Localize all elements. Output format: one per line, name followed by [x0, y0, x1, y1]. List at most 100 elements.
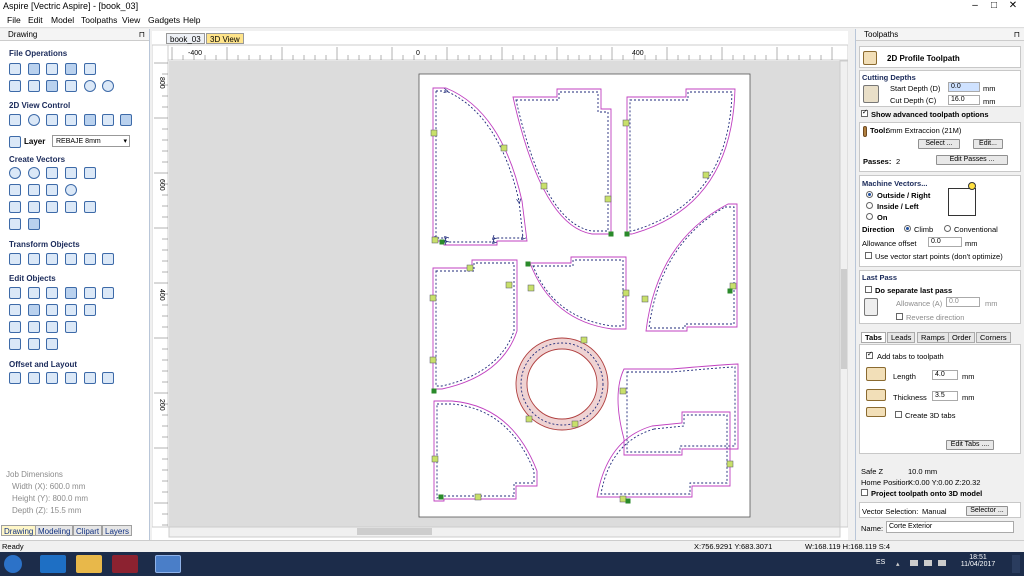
star-icon[interactable] — [84, 167, 96, 179]
start-point-marker[interactable] — [438, 494, 444, 500]
ellipse-icon[interactable] — [28, 167, 40, 179]
node-edit-icon[interactable] — [28, 287, 40, 299]
scissors-icon[interactable] — [84, 304, 96, 316]
tab-length-input[interactable]: 4.0 — [932, 370, 958, 380]
save-icon[interactable] — [65, 63, 77, 75]
tab-marker[interactable] — [622, 289, 630, 297]
menu-model[interactable]: Model — [51, 15, 74, 25]
notifications-icon[interactable] — [1012, 555, 1020, 573]
tab-order[interactable]: Order — [948, 332, 976, 343]
zoom-extents-icon[interactable] — [65, 114, 77, 126]
block-copy-icon[interactable] — [84, 372, 96, 384]
tab-marker[interactable] — [641, 295, 649, 303]
tab-marker[interactable] — [431, 236, 439, 244]
measure-icon[interactable] — [102, 287, 114, 299]
dimension-icon[interactable] — [84, 201, 96, 213]
scale-icon[interactable] — [46, 253, 58, 265]
array-icon[interactable] — [46, 372, 58, 384]
offset-vector-icon[interactable] — [9, 338, 21, 350]
start-points-checkbox[interactable] — [865, 252, 872, 259]
tab-marker[interactable] — [474, 493, 482, 501]
save-as-icon[interactable] — [84, 63, 96, 75]
tab-drawing[interactable]: Drawing — [1, 525, 37, 536]
tab-marker[interactable] — [500, 144, 508, 152]
project-toolpath-checkbox[interactable] — [861, 489, 868, 496]
fillet-icon[interactable] — [9, 218, 21, 230]
circular-copy-icon[interactable] — [102, 372, 114, 384]
import-icon[interactable] — [9, 80, 21, 92]
corner-icon[interactable] — [46, 338, 58, 350]
start-button-icon[interactable] — [4, 555, 22, 573]
inside-radio[interactable] — [866, 202, 873, 209]
smooth-icon[interactable] — [28, 321, 40, 333]
close-vector-icon[interactable] — [46, 321, 58, 333]
zoom-box-icon[interactable] — [46, 114, 58, 126]
tab-marker[interactable] — [604, 195, 612, 203]
interactive-icon[interactable] — [65, 287, 77, 299]
intersect-icon[interactable] — [46, 304, 58, 316]
advanced-options-checkbox[interactable] — [861, 108, 868, 117]
new-file-icon[interactable] — [9, 63, 21, 75]
close-button[interactable]: ✕ — [1006, 0, 1020, 12]
tool-select-button[interactable]: Select ... — [918, 139, 960, 149]
start-point-marker[interactable] — [525, 261, 531, 267]
start-point-marker[interactable] — [431, 388, 437, 394]
move-icon[interactable] — [9, 253, 21, 265]
toolpath-name-input[interactable]: Corte Exterior — [886, 521, 1014, 533]
menu-edit[interactable]: Edit — [28, 15, 43, 25]
conventional-radio[interactable] — [944, 225, 951, 232]
maximize-button[interactable]: □ — [987, 0, 1001, 12]
reverse-direction-checkbox[interactable] — [896, 313, 903, 320]
separate-last-pass-checkbox[interactable] — [865, 286, 872, 293]
drawing-canvas[interactable]: book_03 3D View -400 0 400 800 600 400 2… — [152, 31, 848, 540]
pin-icon[interactable]: ⊓ — [1014, 29, 1020, 41]
edit-tabs-button[interactable]: Edit Tabs .... — [946, 440, 994, 450]
copy-along-icon[interactable] — [65, 372, 77, 384]
mirror-icon[interactable] — [84, 253, 96, 265]
clock[interactable]: 18:51 11/04/2017 — [958, 554, 998, 568]
menu-file[interactable]: File — [7, 15, 21, 25]
teamviewer-icon[interactable] — [40, 555, 66, 573]
tab-modeling[interactable]: Modeling — [35, 525, 74, 536]
align-icon[interactable] — [28, 253, 40, 265]
fit-curve-icon[interactable] — [28, 338, 40, 350]
tab-clipart[interactable]: Clipart — [73, 525, 103, 536]
v-scroll-thumb[interactable] — [841, 269, 847, 369]
group-icon[interactable] — [84, 287, 96, 299]
climb-radio[interactable] — [904, 225, 911, 232]
start-point-marker[interactable] — [439, 239, 445, 245]
h-scrollbar[interactable] — [168, 526, 841, 538]
tab-marker[interactable] — [619, 495, 627, 503]
tab-marker[interactable] — [619, 387, 627, 395]
transform-icon[interactable] — [46, 287, 58, 299]
tab-marker[interactable] — [580, 336, 588, 344]
aspire-app-icon[interactable] — [112, 555, 138, 573]
tab-marker[interactable] — [527, 284, 535, 292]
layer-select[interactable]: REBAJE 8mm ▾ — [52, 135, 130, 147]
copy-icon[interactable] — [46, 80, 58, 92]
redo-icon[interactable] — [102, 80, 114, 92]
rotate-icon[interactable] — [65, 253, 77, 265]
menu-view[interactable]: View — [122, 15, 140, 25]
tab-marker[interactable] — [702, 171, 710, 179]
text-icon[interactable] — [9, 201, 21, 213]
pin-icon[interactable]: ⊓ — [139, 29, 145, 41]
start-depth-input[interactable]: 0.0 — [948, 82, 980, 92]
bitmap-trace-icon[interactable] — [65, 201, 77, 213]
undo-icon[interactable] — [84, 80, 96, 92]
join-icon[interactable] — [9, 321, 21, 333]
view-window-icon[interactable] — [120, 114, 132, 126]
minimize-button[interactable]: – — [968, 0, 982, 12]
open-folder-icon[interactable] — [46, 63, 58, 75]
tab-marker[interactable] — [431, 455, 439, 463]
create-3d-tabs-checkbox[interactable] — [895, 411, 902, 418]
tab-marker[interactable] — [505, 281, 513, 289]
tab-marker[interactable] — [429, 356, 437, 364]
paste-icon[interactable] — [65, 80, 77, 92]
file-explorer-icon[interactable] — [76, 555, 102, 573]
start-point-marker[interactable] — [608, 231, 614, 237]
view-grid-icon[interactable] — [84, 114, 96, 126]
text-on-curve-icon[interactable] — [28, 201, 40, 213]
tab-tabs[interactable]: Tabs — [861, 332, 886, 343]
language-indicator[interactable]: ES — [876, 559, 885, 566]
